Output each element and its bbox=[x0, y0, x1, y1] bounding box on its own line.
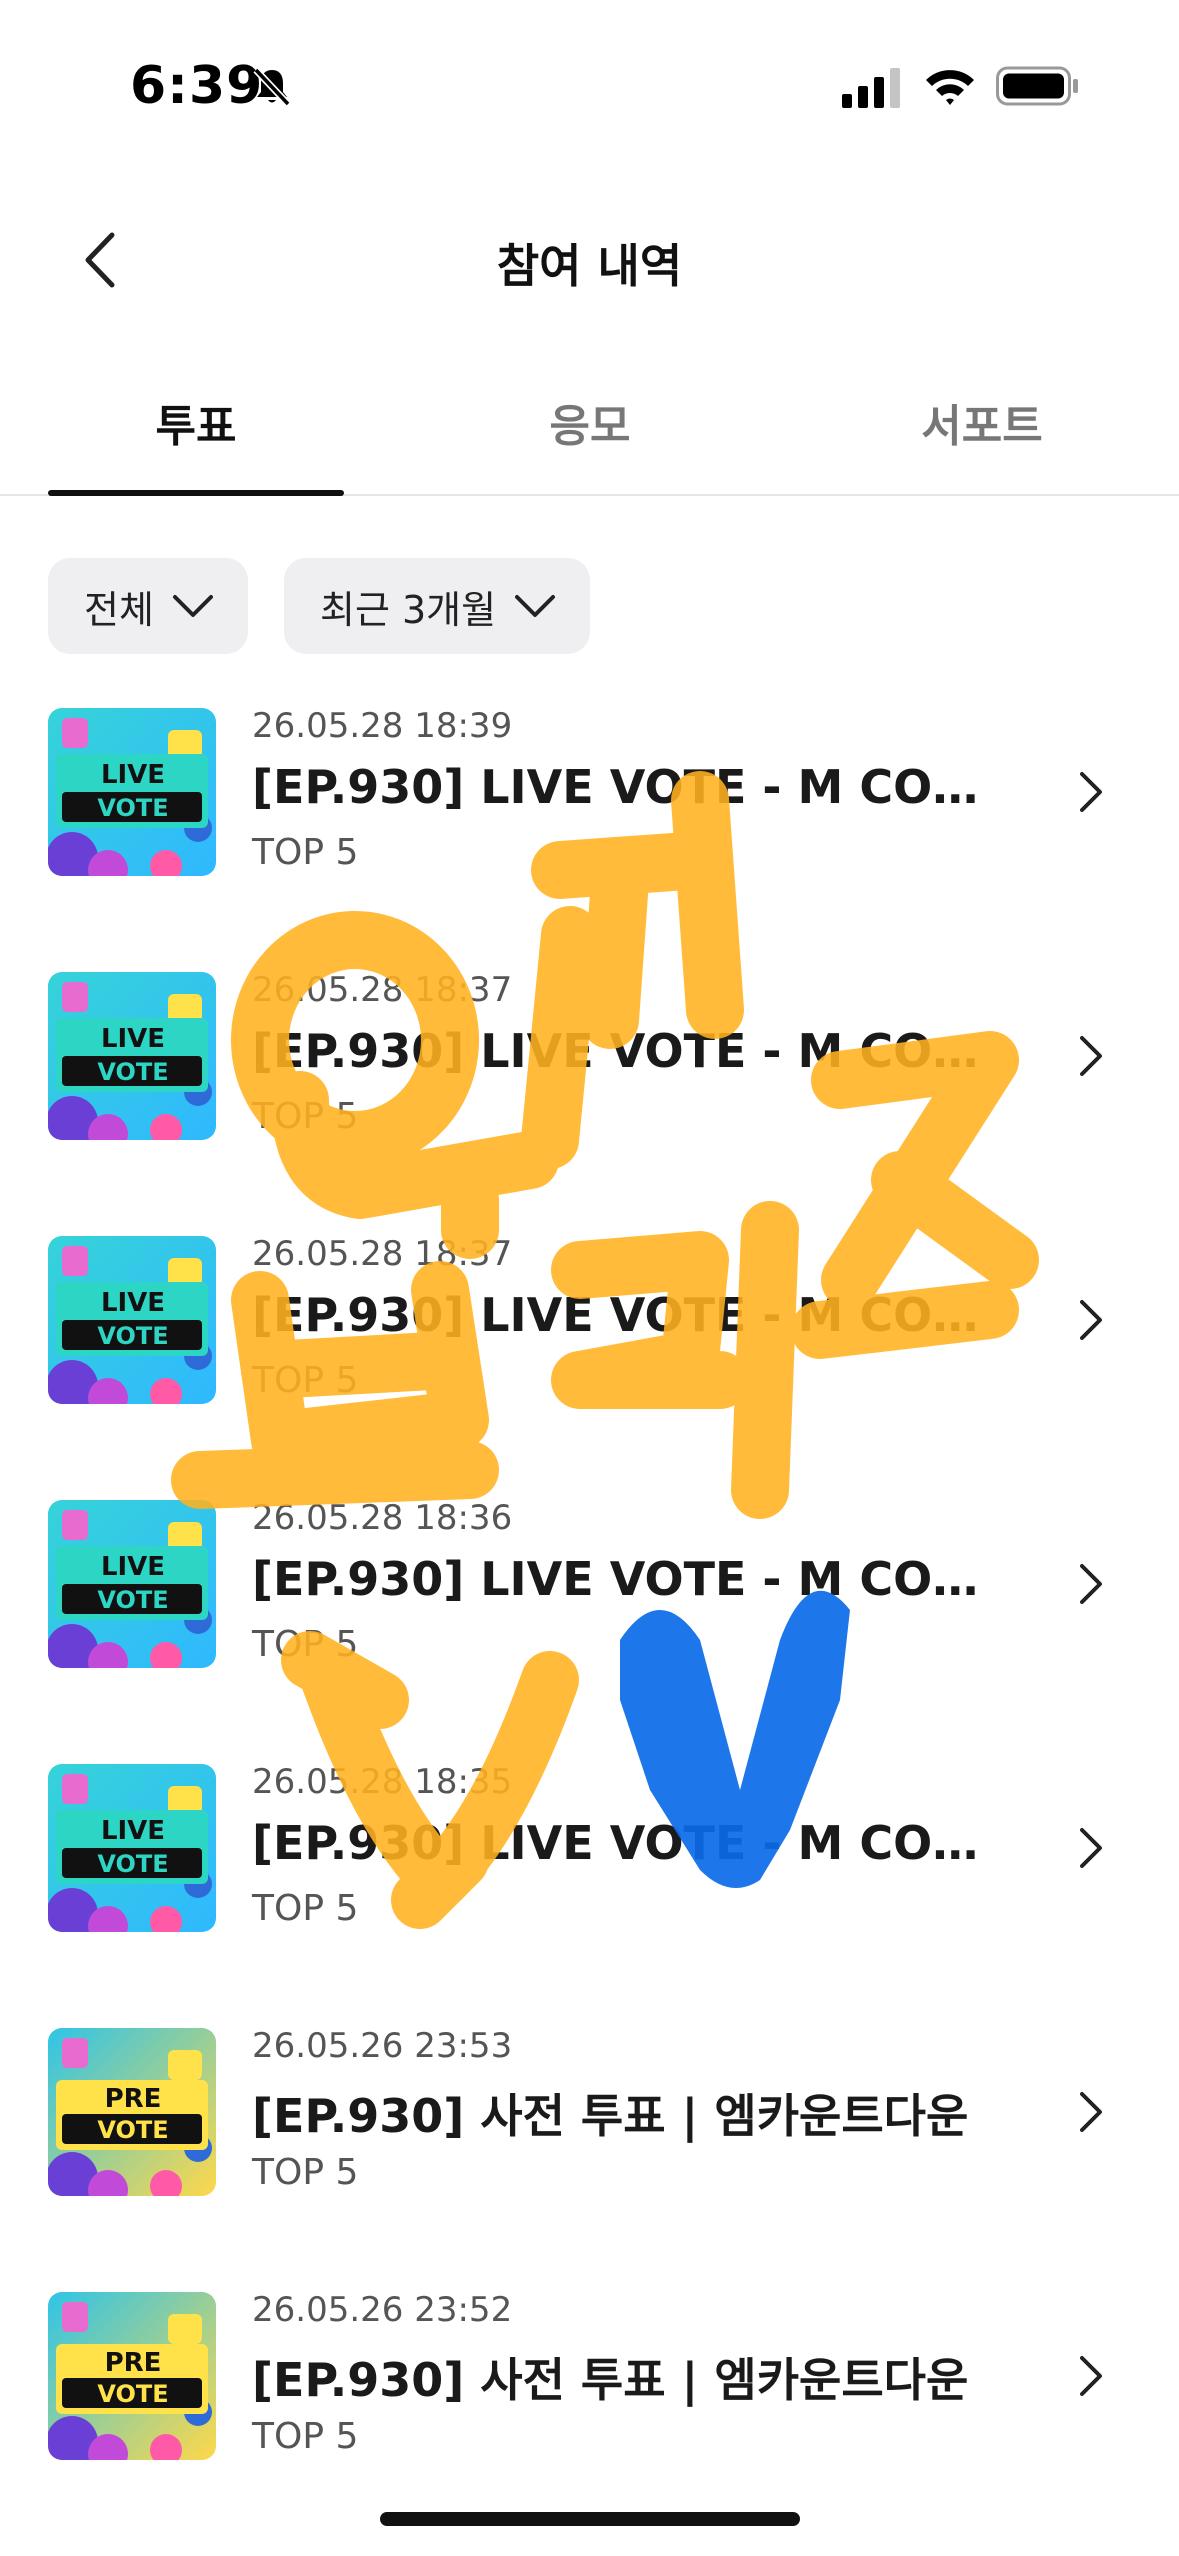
item-rank: TOP 5 bbox=[252, 1360, 359, 1401]
list-item[interactable]: LIVE VOTE 26.05.28 18:37 [EP.930] LIVE V… bbox=[0, 964, 1179, 1228]
item-title: [EP.930] LIVE VOTE - M COUNTDOWN bbox=[252, 760, 1012, 814]
list-item[interactable]: LIVE VOTE 26.05.28 18:36 [EP.930] LIVE V… bbox=[0, 1492, 1179, 1756]
vote-thumbnail: LIVE VOTE bbox=[48, 708, 216, 876]
tab-bar: 투표 응모 서포트 bbox=[0, 360, 1179, 496]
header: 참여 내역 bbox=[0, 200, 1179, 320]
item-date: 26.05.28 18:37 bbox=[252, 1234, 513, 1274]
status-time: 6:39 bbox=[130, 56, 264, 116]
vote-thumbnail: LIVE VOTE bbox=[48, 1500, 216, 1668]
item-date: 26.05.26 23:53 bbox=[252, 2026, 513, 2066]
thumbnail-word-2: VOTE bbox=[97, 2116, 169, 2144]
item-title: [EP.930] LIVE VOTE - M COUNTDOWN bbox=[252, 1024, 1012, 1078]
thumbnail-word-2: VOTE bbox=[97, 1058, 169, 1086]
thumbnail-word-2: VOTE bbox=[97, 1586, 169, 1614]
thumbnail-word-2: VOTE bbox=[97, 2380, 169, 2408]
filter-all-dropdown[interactable]: 전체 bbox=[48, 558, 248, 654]
page-title: 참여 내역 bbox=[496, 239, 683, 293]
thumbnail-word-1: LIVE bbox=[100, 1816, 166, 1846]
chevron-down-icon bbox=[172, 595, 213, 617]
vote-thumbnail: LIVE VOTE bbox=[48, 1236, 216, 1404]
tab-entry[interactable]: 응모 bbox=[440, 390, 740, 454]
cellular-signal-icon bbox=[842, 68, 900, 108]
item-rank: TOP 5 bbox=[252, 1096, 359, 1137]
chevron-right-icon bbox=[1080, 2356, 1102, 2396]
chevron-right-icon bbox=[1080, 1564, 1102, 1604]
wifi-icon bbox=[926, 70, 974, 105]
vote-thumbnail: PRE VOTE bbox=[48, 2292, 216, 2460]
battery-icon bbox=[996, 66, 1078, 106]
chevron-right-icon bbox=[1080, 772, 1102, 812]
item-date: 26.05.26 23:52 bbox=[252, 2290, 513, 2330]
item-date: 26.05.28 18:39 bbox=[252, 706, 513, 746]
list-item[interactable]: LIVE VOTE 26.05.28 18:37 [EP.930] LIVE V… bbox=[0, 1228, 1179, 1492]
chevron-right-icon bbox=[1080, 2092, 1102, 2132]
chevron-right-icon bbox=[1080, 1036, 1102, 1076]
item-rank: TOP 5 bbox=[252, 2416, 359, 2457]
thumbnail-word-1: PRE bbox=[104, 2348, 162, 2378]
item-date: 26.05.28 18:37 bbox=[252, 970, 513, 1010]
list-item[interactable]: PRE VOTE 26.05.26 23:53 [EP.930] 사전 투표 |… bbox=[0, 2020, 1179, 2284]
vote-thumbnail: LIVE VOTE bbox=[48, 1764, 216, 1932]
list-item[interactable]: PRE VOTE 26.05.26 23:52 [EP.930] 사전 투표 |… bbox=[0, 2284, 1179, 2548]
vote-thumbnail: LIVE VOTE bbox=[48, 972, 216, 1140]
item-date: 26.05.28 18:36 bbox=[252, 1498, 513, 1538]
thumbnail-word-1: LIVE bbox=[100, 760, 166, 790]
bell-slash-icon bbox=[253, 67, 291, 107]
thumbnail-word-1: LIVE bbox=[100, 1552, 166, 1582]
item-date: 26.05.28 18:35 bbox=[252, 1762, 513, 1802]
thumbnail-word-1: LIVE bbox=[100, 1024, 166, 1054]
thumbnail-word-1: LIVE bbox=[100, 1288, 166, 1318]
item-rank: TOP 5 bbox=[252, 1624, 359, 1665]
tab-support[interactable]: 서포트 bbox=[832, 390, 1132, 454]
item-rank: TOP 5 bbox=[252, 832, 359, 873]
active-tab-indicator bbox=[48, 490, 344, 496]
item-title: [EP.930] LIVE VOTE - M COUNTDOWN bbox=[252, 1816, 1012, 1870]
list-item[interactable]: LIVE VOTE 26.05.28 18:35 [EP.930] LIVE V… bbox=[0, 1756, 1179, 2020]
filter-all-label: 전체 bbox=[84, 587, 154, 632]
item-title: [EP.930] 사전 투표 | 엠카운트다운 bbox=[252, 2089, 969, 2143]
vote-thumbnail: PRE VOTE bbox=[48, 2028, 216, 2196]
thumbnail-word-2: VOTE bbox=[97, 1322, 169, 1350]
status-bar: 6:39 bbox=[0, 0, 1179, 170]
item-title: [EP.930] LIVE VOTE - M COUNTDOWN bbox=[252, 1552, 1012, 1606]
item-rank: TOP 5 bbox=[252, 1888, 359, 1929]
thumbnail-word-2: VOTE bbox=[97, 794, 169, 822]
thumbnail-word-2: VOTE bbox=[97, 1850, 169, 1878]
chevron-down-icon bbox=[515, 595, 556, 617]
filter-period-dropdown[interactable]: 최근 3개월 bbox=[284, 558, 591, 654]
item-title: [EP.930] LIVE VOTE - M COUNTDOWN bbox=[252, 1288, 1012, 1342]
filter-period-label: 최근 3개월 bbox=[320, 587, 497, 632]
item-title: [EP.930] 사전 투표 | 엠카운트다운 bbox=[252, 2353, 969, 2407]
chevron-right-icon bbox=[1080, 1300, 1102, 1340]
thumbnail-word-1: PRE bbox=[104, 2084, 162, 2114]
chevron-right-icon bbox=[1080, 1828, 1102, 1868]
tab-vote[interactable]: 투표 bbox=[46, 390, 346, 454]
list-item[interactable]: LIVE VOTE 26.05.28 18:39 [EP.930] LIVE V… bbox=[0, 700, 1179, 964]
home-indicator[interactable] bbox=[380, 2512, 800, 2526]
item-rank: TOP 5 bbox=[252, 2152, 359, 2193]
